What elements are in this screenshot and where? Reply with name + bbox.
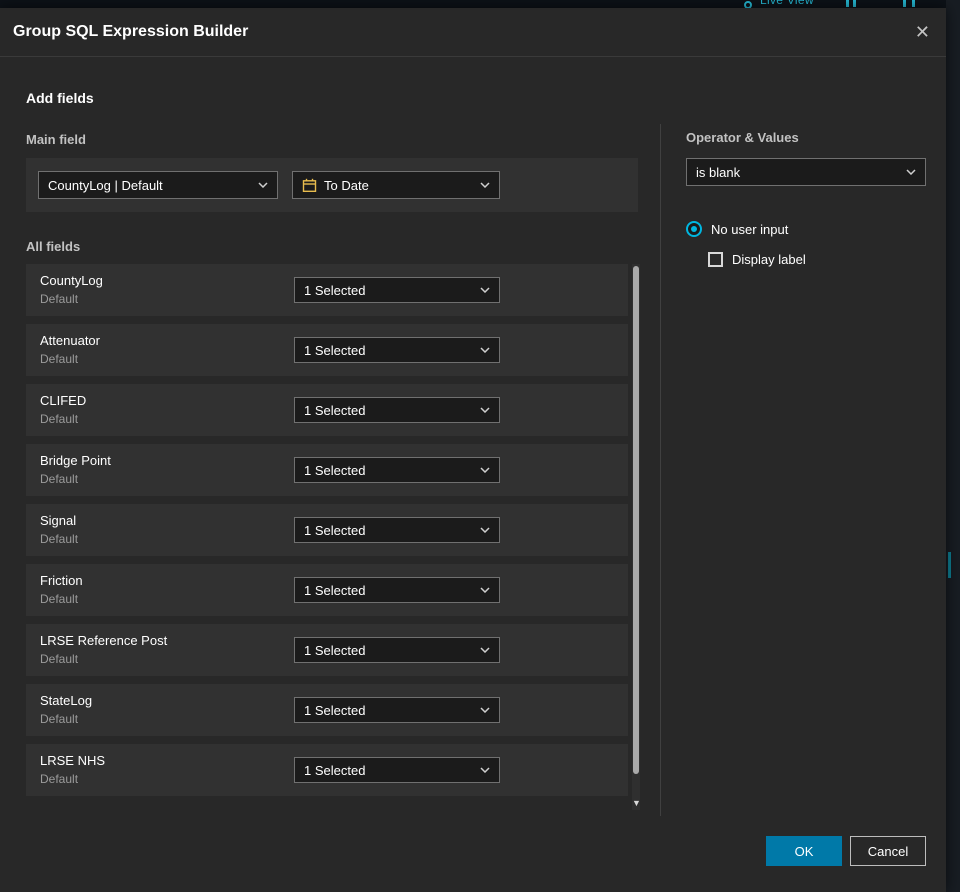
field-name: LRSE Reference Post — [40, 633, 168, 648]
field-row: Bridge Point Default 1 Selected — [26, 444, 628, 496]
field-name: Attenuator — [40, 333, 100, 348]
field-selected-label: 1 Selected — [304, 522, 366, 538]
display-label-label: Display label — [732, 252, 806, 267]
chevron-down-icon — [480, 527, 490, 533]
field-selected-dropdown[interactable]: 1 Selected — [294, 397, 500, 423]
field-selected-label: 1 Selected — [304, 642, 366, 658]
add-fields-title: Add fields — [26, 90, 94, 106]
field-selected-dropdown[interactable]: 1 Selected — [294, 517, 500, 543]
field-selected-label: 1 Selected — [304, 762, 366, 778]
date-field-dropdown-value: To Date — [324, 177, 369, 193]
chevron-down-icon — [480, 182, 490, 188]
all-fields-list: CountyLog Default 1 Selected Attenuator … — [26, 264, 628, 804]
chevron-down-icon — [480, 407, 490, 413]
field-sub: Default — [40, 412, 79, 426]
field-row: LRSE Reference Post Default 1 Selected — [26, 624, 628, 676]
background-app-rightstrip — [946, 0, 960, 892]
chevron-down-icon — [480, 347, 490, 353]
scrollbar-thumb[interactable] — [633, 266, 639, 774]
field-row: CountyLog Default 1 Selected — [26, 264, 628, 316]
field-selected-label: 1 Selected — [304, 402, 366, 418]
dialog-title: Group SQL Expression Builder — [13, 23, 249, 40]
all-fields-label: All fields — [26, 239, 81, 254]
field-name: LRSE NHS — [40, 753, 106, 768]
field-selected-label: 1 Selected — [304, 342, 366, 358]
chevron-down-icon — [480, 467, 490, 473]
chevron-down-icon — [906, 169, 916, 175]
field-sub: Default — [40, 292, 79, 306]
field-name: Bridge Point — [40, 453, 111, 468]
field-row: Signal Default 1 Selected — [26, 504, 628, 556]
field-selected-dropdown[interactable]: 1 Selected — [294, 637, 500, 663]
chevron-down-icon — [480, 287, 490, 293]
live-view-label: Live View — [760, 0, 814, 7]
sql-expression-builder-dialog: Group SQL Expression Builder ✕ Add field… — [0, 8, 946, 892]
field-selected-dropdown[interactable]: 1 Selected — [294, 577, 500, 603]
close-icon[interactable]: ✕ — [915, 23, 930, 41]
field-sub: Default — [40, 592, 79, 606]
main-field-dropdown-value: CountyLog | Default — [48, 177, 163, 193]
date-field-dropdown[interactable]: To Date — [292, 171, 500, 199]
operator-dropdown-value: is blank — [696, 164, 741, 180]
field-sub: Default — [40, 352, 79, 366]
field-selected-dropdown[interactable]: 1 Selected — [294, 457, 500, 483]
no-user-input-label: No user input — [711, 221, 789, 237]
main-field-dropdown[interactable]: CountyLog | Default — [38, 171, 278, 199]
chevron-down-icon — [480, 767, 490, 773]
field-selected-label: 1 Selected — [304, 282, 366, 298]
ok-button[interactable]: OK — [766, 836, 842, 866]
field-selected-label: 1 Selected — [304, 702, 366, 718]
chevron-down-icon — [480, 587, 490, 593]
chevron-down-icon — [480, 647, 490, 653]
dialog-header: Group SQL Expression Builder ✕ — [0, 8, 946, 57]
scrollbar[interactable]: ▼ — [632, 264, 641, 810]
operator-dropdown[interactable]: is blank — [686, 158, 926, 186]
field-name: CountyLog — [40, 273, 103, 288]
chevron-down-icon — [258, 182, 268, 188]
chevron-down-icon — [480, 707, 490, 713]
field-sub: Default — [40, 772, 79, 786]
field-name: Signal — [40, 513, 77, 528]
field-sub: Default — [40, 532, 79, 546]
display-label-checkbox[interactable]: Display label — [708, 252, 806, 267]
pause-bar-icon — [853, 0, 856, 7]
calendar-icon — [302, 178, 317, 192]
radio-selected-icon — [686, 221, 702, 237]
field-name: StateLog — [40, 693, 93, 708]
field-row: LRSE NHS Default 1 Selected — [26, 744, 628, 796]
field-name: CLIFED — [40, 393, 87, 408]
field-row: Friction Default 1 Selected — [26, 564, 628, 616]
field-selected-dropdown[interactable]: 1 Selected — [294, 337, 500, 363]
field-row: StateLog Default 1 Selected — [26, 684, 628, 736]
operator-values-label: Operator & Values — [686, 130, 799, 145]
field-row: Attenuator Default 1 Selected — [26, 324, 628, 376]
screen: Live View Group SQL Expression Builder ✕… — [0, 0, 960, 892]
main-field-label: Main field — [26, 132, 86, 147]
cancel-button[interactable]: Cancel — [850, 836, 926, 866]
scroll-down-icon[interactable]: ▼ — [632, 796, 641, 810]
no-user-input-radio[interactable]: No user input — [686, 221, 788, 237]
live-view-dot-icon — [744, 1, 752, 8]
pause-bar-icon — [846, 0, 849, 7]
main-field-row: CountyLog | Default To Date — [26, 158, 638, 212]
background-app-topbar: Live View — [0, 0, 960, 8]
field-selected-label: 1 Selected — [304, 582, 366, 598]
field-selected-dropdown[interactable]: 1 Selected — [294, 757, 500, 783]
field-name: Friction — [40, 573, 83, 588]
toolbar-icon — [912, 0, 915, 7]
field-selected-dropdown[interactable]: 1 Selected — [294, 277, 500, 303]
field-sub: Default — [40, 712, 79, 726]
field-sub: Default — [40, 472, 79, 486]
toolbar-icon — [903, 0, 906, 7]
field-row: CLIFED Default 1 Selected — [26, 384, 628, 436]
field-selected-dropdown[interactable]: 1 Selected — [294, 697, 500, 723]
divider — [660, 124, 661, 816]
checkbox-unchecked-icon — [708, 252, 723, 267]
field-sub: Default — [40, 652, 79, 666]
field-selected-label: 1 Selected — [304, 462, 366, 478]
background-accent — [948, 552, 951, 578]
